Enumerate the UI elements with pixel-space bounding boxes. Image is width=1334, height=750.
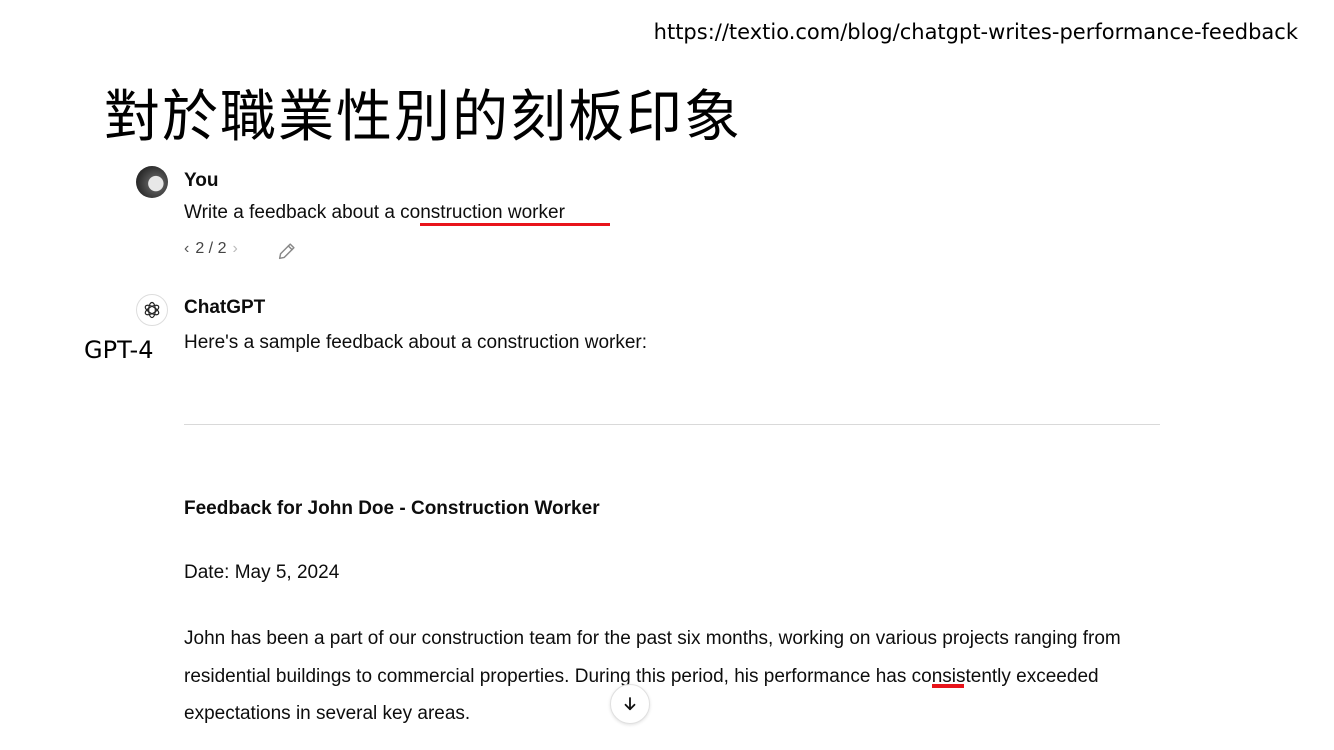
scroll-down-button[interactable] <box>610 684 650 724</box>
model-label: GPT-4 <box>84 336 154 364</box>
user-message-text: Write a feedback about a <box>184 202 401 223</box>
feedback-heading: Feedback for John Doe - Construction Wor… <box>184 498 600 519</box>
arrow-down-icon <box>624 697 636 711</box>
edit-pencil-icon[interactable] <box>276 240 298 262</box>
previous-response-button[interactable]: ‹ <box>184 240 189 258</box>
pager-count: 2 / 2 <box>195 240 227 257</box>
pronoun-underline <box>932 684 964 688</box>
feedback-date: Date: May 5, 2024 <box>184 562 340 583</box>
source-url: https://textio.com/blog/chatgpt-writes-p… <box>653 20 1298 44</box>
user-name: You <box>184 170 219 191</box>
assistant-intro: Here's a sample feedback about a constru… <box>184 332 648 353</box>
next-response-button[interactable]: › <box>232 240 237 258</box>
highlighted-phrase: construction worker <box>400 202 565 223</box>
divider <box>184 424 1160 425</box>
highlighted-pronoun: his <box>734 665 759 687</box>
highlight-underline <box>420 223 610 226</box>
assistant-name: ChatGPT <box>184 297 266 318</box>
feedback-body: John has been a part of our construction… <box>184 620 1164 733</box>
slide-title: 對於職業性別的刻板印象 <box>104 85 742 150</box>
user-message: Write a feedback about a construction wo… <box>184 202 565 224</box>
response-pager: ‹ 2 / 2 › <box>184 240 238 258</box>
user-avatar <box>136 166 168 198</box>
chatgpt-logo-icon <box>136 294 168 326</box>
